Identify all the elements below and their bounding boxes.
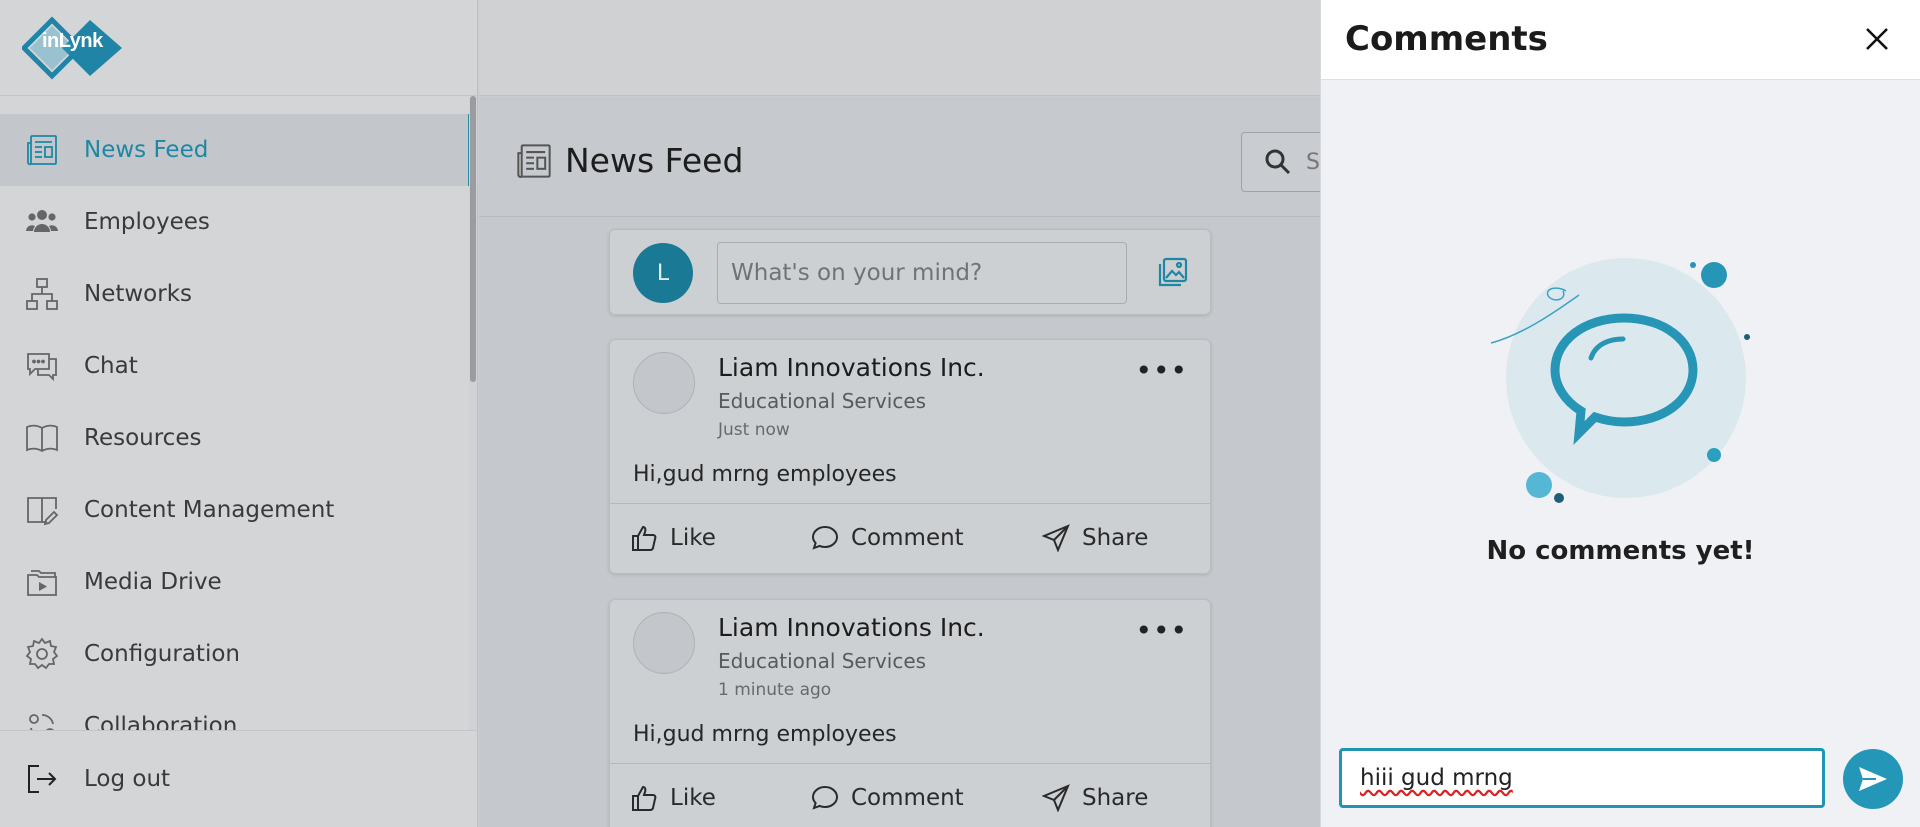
logout-label: Log out (84, 766, 171, 792)
search-placeholder: S (1306, 149, 1320, 175)
logo-area: inLynk (0, 0, 477, 96)
sidebar-item-label: Media Drive (84, 569, 222, 595)
newspaper-icon (517, 143, 551, 178)
sidebar-item-collaboration[interactable]: Collaboration (0, 690, 478, 730)
network-icon (24, 276, 60, 312)
logout-button[interactable]: Log out (0, 730, 478, 827)
share-label: Share (1082, 785, 1149, 811)
sidebar-item-content-management[interactable]: Content Management (0, 474, 478, 546)
sidebar-item-label: Collaboration (84, 713, 238, 730)
sidebar-item-label: Employees (84, 209, 210, 235)
share-button[interactable]: Share (1042, 784, 1148, 812)
gear-icon (24, 636, 60, 672)
collaboration-icon (24, 708, 60, 730)
comments-panel: Comments No comments yet! hiii gud mrng (1320, 0, 1920, 827)
page-title: News Feed (565, 141, 744, 180)
sidebar-scroll-thumb[interactable] (470, 96, 476, 382)
comment-label: Comment (851, 785, 964, 811)
empty-comments-illustration (1490, 258, 1750, 503)
comment-button[interactable]: Comment (811, 784, 964, 812)
post-actions: Like Comment Share (610, 763, 1210, 827)
post-composer: L What's on your mind? (609, 229, 1211, 315)
post-actions: Like Comment Share (610, 503, 1210, 575)
sidebar-item-label: Networks (84, 281, 193, 307)
like-button[interactable]: Like (630, 784, 716, 812)
more-options-icon[interactable]: ••• (1135, 354, 1188, 387)
sidebar-item-label: Resources (84, 425, 202, 451)
post-author[interactable]: Liam Innovations Inc. (718, 353, 985, 382)
post-org: Educational Services (718, 389, 927, 413)
sidebar-item-resources[interactable]: Resources (0, 402, 478, 474)
comment-input-value: hiii gud mrng (1360, 765, 1513, 791)
sidebar-item-label: Configuration (84, 641, 240, 667)
comment-icon (811, 525, 839, 550)
send-button[interactable] (1843, 749, 1903, 809)
thumbs-up-icon (632, 785, 657, 811)
avatar[interactable]: L (633, 243, 693, 303)
share-icon (1042, 784, 1070, 812)
sidebar-item-employees[interactable]: Employees (0, 186, 478, 258)
post-card: Liam Innovations Inc. Educational Servic… (609, 599, 1211, 827)
page-title-wrap: News Feed (515, 141, 743, 180)
sidebar-item-media-drive[interactable]: Media Drive (0, 546, 478, 618)
send-icon (1859, 767, 1887, 791)
logout-icon (24, 761, 60, 797)
post-text: Hi,gud mrng employees (633, 722, 897, 747)
more-options-icon[interactable]: ••• (1135, 614, 1188, 647)
chat-icon (24, 348, 60, 384)
post-time: 1 minute ago (718, 680, 832, 700)
sidebar-item-networks[interactable]: Networks (0, 258, 478, 330)
comment-input[interactable]: hiii gud mrng (1339, 748, 1825, 808)
post-composer-input[interactable]: What's on your mind? (717, 242, 1127, 304)
comments-panel-title: Comments (1345, 19, 1548, 59)
like-label: Like (670, 525, 716, 551)
sidebar-item-label: Content Management (84, 497, 335, 523)
empty-comments-text: No comments yet! (1486, 536, 1755, 566)
comment-label: Comment (851, 525, 964, 551)
post-org: Educational Services (718, 649, 927, 673)
like-button[interactable]: Like (630, 524, 716, 552)
post-card: Liam Innovations Inc. Educational Servic… (609, 339, 1211, 574)
post-time: Just now (718, 420, 790, 440)
content-icon (24, 492, 60, 528)
close-icon[interactable] (1862, 24, 1892, 54)
sidebar-item-label: Chat (84, 353, 138, 379)
post-text: Hi,gud mrng employees (633, 462, 897, 487)
newspaper-icon (24, 132, 60, 168)
media-folder-icon (24, 564, 60, 600)
photo-gallery-icon[interactable] (1155, 256, 1189, 290)
share-label: Share (1082, 525, 1149, 551)
comment-icon (811, 785, 839, 810)
post-author[interactable]: Liam Innovations Inc. (718, 613, 985, 642)
like-label: Like (670, 785, 716, 811)
search-icon (1265, 149, 1291, 175)
share-button[interactable]: Share (1042, 524, 1148, 552)
employees-icon (24, 204, 60, 240)
sidebar-item-label: News Feed (84, 137, 209, 163)
book-icon (24, 420, 60, 456)
thumbs-up-icon (632, 525, 657, 551)
avatar[interactable] (633, 352, 695, 414)
sidebar-scrollbar[interactable] (469, 96, 477, 730)
comments-panel-header: Comments (1321, 0, 1920, 80)
avatar[interactable] (633, 612, 695, 674)
share-icon (1042, 524, 1070, 552)
comment-button[interactable]: Comment (811, 524, 964, 552)
sidebar-item-configuration[interactable]: Configuration (0, 618, 478, 690)
sidebar-item-chat[interactable]: Chat (0, 330, 478, 402)
logo-text: inLynk (42, 30, 103, 52)
sidebar: inLynk News Feed Employees Networks Chat (0, 0, 478, 827)
sidebar-nav: News Feed Employees Networks Chat Resour… (0, 114, 478, 730)
sidebar-item-news-feed[interactable]: News Feed (0, 114, 478, 186)
